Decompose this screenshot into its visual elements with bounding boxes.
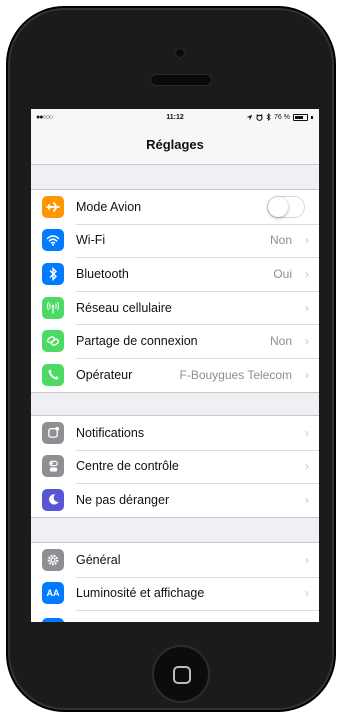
status-bar: ●●○○○ 11:12 76 % — [31, 109, 319, 129]
value-hotspot: Non — [269, 334, 292, 349]
label-do-not-disturb: Ne pas déranger — [76, 492, 170, 507]
settings-row-control-center[interactable]: Centre de contrôle › — [31, 449, 319, 484]
chevron-right-icon: › — [305, 334, 309, 349]
chevron-right-icon: › — [305, 266, 309, 281]
home-square-icon — [173, 666, 191, 684]
settings-row-carrier[interactable]: Opérateur F-Bouygues Telecom › — [31, 357, 319, 392]
battery-tip — [311, 115, 313, 119]
front-camera — [175, 48, 185, 58]
settings-row-cellular[interactable]: Réseau cellulaire › — [31, 290, 319, 325]
settings-row-hotspot[interactable]: Partage de connexion Non › — [31, 324, 319, 358]
settings-group-connectivity: Mode Avion Wi-Fi Non › Bluetooth Oui › R… — [31, 189, 319, 393]
notifications-icon — [42, 421, 64, 444]
chevron-right-icon: › — [305, 300, 309, 315]
label-carrier: Opérateur — [76, 367, 133, 382]
label-display-brightness: Luminosité et affichage — [76, 586, 205, 601]
screen: ●●○○○ 11:12 76 % Réglages Mode Avion Wi-… — [31, 109, 319, 622]
toggle-knob — [268, 196, 288, 217]
alarm-icon — [256, 113, 263, 121]
bluetooth-icon — [42, 262, 64, 285]
settings-row-bluetooth[interactable]: Bluetooth Oui › — [31, 257, 319, 291]
chain-link-icon — [42, 330, 64, 353]
location-icon — [246, 114, 253, 120]
label-cellular: Réseau cellulaire — [76, 300, 172, 315]
settings-row-airplane-mode[interactable]: Mode Avion — [31, 190, 319, 224]
settings-row-wifi[interactable]: Wi-Fi Non › — [31, 223, 319, 258]
label-airplane-mode: Mode Avion — [76, 199, 142, 214]
phone-icon — [42, 363, 64, 386]
wifi-icon — [42, 229, 64, 252]
chevron-right-icon: › — [305, 459, 309, 474]
battery-level — [295, 115, 304, 119]
home-button[interactable] — [152, 645, 210, 703]
battery-icon — [293, 113, 308, 121]
control-center-icon — [42, 455, 64, 478]
navigation-bar: Réglages — [31, 129, 319, 165]
settings-group-general: Général › AA Luminosité et affichage › — [31, 542, 319, 622]
label-notifications: Notifications — [76, 425, 145, 440]
settings-row-notifications[interactable]: Notifications › — [31, 416, 319, 450]
chevron-right-icon: › — [305, 367, 309, 382]
airplane-mode-toggle[interactable] — [267, 195, 305, 218]
label-hotspot: Partage de connexion — [76, 334, 198, 349]
settings-row-partial[interactable] — [31, 610, 319, 622]
gear-icon — [42, 548, 64, 571]
value-wifi: Non — [269, 233, 292, 248]
label-bluetooth: Bluetooth — [76, 266, 129, 281]
value-bluetooth: Oui — [273, 266, 292, 281]
chevron-right-icon: › — [305, 233, 309, 248]
wallpaper-icon — [42, 618, 64, 622]
bluetooth-icon — [266, 113, 271, 121]
chevron-right-icon: › — [305, 425, 309, 440]
settings-group-notifications: Notifications › Centre de contrôle › Ne … — [31, 415, 319, 518]
settings-row-display-brightness[interactable]: AA Luminosité et affichage › — [31, 576, 319, 611]
settings-row-general[interactable]: Général › — [31, 543, 319, 577]
chevron-right-icon: › — [305, 586, 309, 601]
earpiece-speaker — [150, 74, 212, 86]
value-carrier: F-Bouygues Telecom — [179, 367, 293, 382]
chevron-right-icon: › — [305, 552, 309, 567]
label-wifi: Wi-Fi — [76, 233, 106, 248]
status-right: 76 % — [246, 113, 313, 121]
moon-icon — [42, 488, 64, 511]
airplane-icon — [42, 195, 64, 218]
chevron-right-icon: › — [305, 492, 309, 507]
text-size-icon: AA — [42, 582, 64, 605]
label-general: Général — [76, 552, 121, 567]
label-control-center: Centre de contrôle — [76, 459, 179, 474]
page-title: Réglages — [146, 137, 204, 152]
settings-row-do-not-disturb[interactable]: Ne pas déranger › — [31, 483, 319, 517]
battery-percent: 76 % — [274, 113, 290, 121]
antenna-icon — [42, 296, 64, 319]
